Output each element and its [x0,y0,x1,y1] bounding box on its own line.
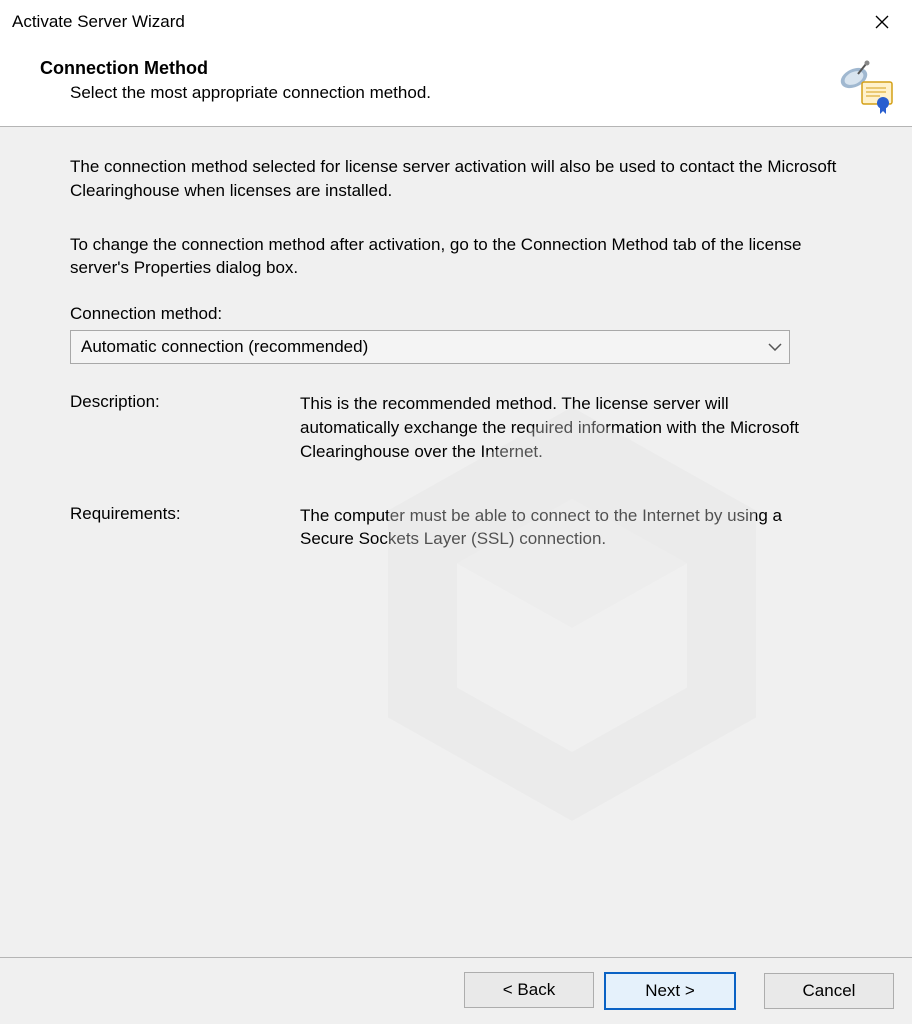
next-button[interactable]: Next > [604,972,736,1010]
intro-text-1: The connection method selected for licen… [70,155,852,203]
intro-text-2: To change the connection method after ac… [70,233,852,281]
requirements-row: Requirements: The computer must be able … [70,504,852,552]
description-value: This is the recommended method. The lice… [300,392,852,463]
description-label: Description: [70,392,300,463]
requirements-value: The computer must be able to connect to … [300,504,852,552]
cancel-button[interactable]: Cancel [764,973,894,1009]
satellite-certificate-icon [836,58,894,116]
close-button[interactable] [862,7,902,37]
requirements-label: Requirements: [70,504,300,552]
close-icon [875,15,889,29]
connection-method-select-wrap: Automatic connection (recommended) [70,330,790,364]
nav-button-group: < Back Next > [464,972,736,1010]
wizard-icon [836,58,894,116]
description-row: Description: This is the recommended met… [70,392,852,463]
connection-method-label: Connection method: [70,304,852,324]
page-subtitle: Select the most appropriate connection m… [40,83,836,103]
titlebar: Activate Server Wizard [0,0,912,44]
wizard-window: Activate Server Wizard Connection Method… [0,0,912,1024]
back-button[interactable]: < Back [464,972,594,1008]
wizard-header: Connection Method Select the most approp… [0,44,912,127]
header-text: Connection Method Select the most approp… [40,58,836,103]
page-title: Connection Method [40,58,836,79]
connection-method-value: Automatic connection (recommended) [81,337,368,357]
window-title: Activate Server Wizard [12,12,185,32]
connection-method-select[interactable]: Automatic connection (recommended) [70,330,790,364]
wizard-footer: < Back Next > Cancel [0,957,912,1024]
wizard-content: The connection method selected for licen… [0,127,912,957]
